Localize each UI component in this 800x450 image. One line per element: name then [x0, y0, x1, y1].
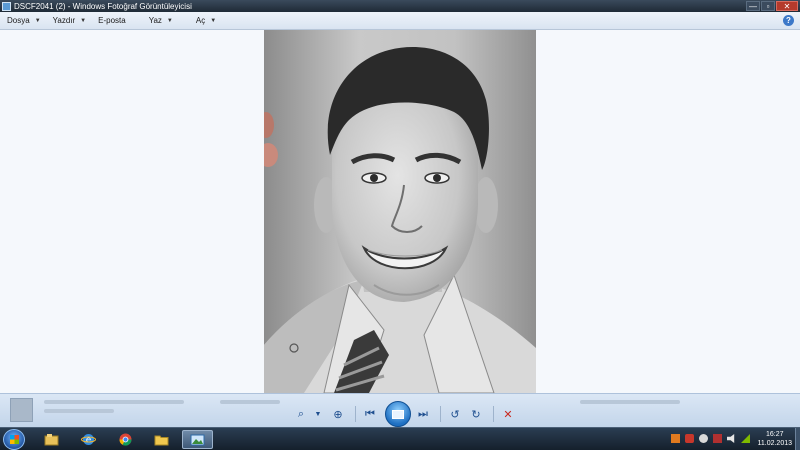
divider: [493, 406, 494, 422]
viewer-controls: ⌕ ▼ ⊕ ⏮ ⏭ ↺ ↻ ✕: [292, 401, 520, 427]
faded-info-line: [44, 400, 184, 404]
tray-antivirus-icon[interactable]: [685, 434, 694, 443]
menu-ac[interactable]: Aç ▼: [196, 14, 219, 28]
photo-viewer-app-icon: [2, 1, 11, 11]
close-button[interactable]: ✕: [776, 1, 798, 11]
explorer-library-icon: [44, 434, 59, 446]
faded-info-line: [44, 409, 114, 413]
zoom-icon[interactable]: ⌕: [292, 405, 310, 423]
menu-dosya-label: Dosya: [7, 16, 30, 25]
tray-flag-icon[interactable]: [713, 434, 722, 443]
taskbar-folder-button[interactable]: [146, 430, 177, 449]
window-title: DSCF2041 (2) - Windows Fotoğraf Görüntül…: [14, 1, 192, 11]
faded-info-line: [580, 400, 680, 404]
taskbar-clock[interactable]: 16:27 11.02.2013: [757, 430, 792, 448]
menu-bar: Dosya ▼ Yazdır ▼ E-posta Yaz ▼ Aç ▼ ?: [0, 12, 800, 30]
next-button[interactable]: ⏭: [414, 405, 432, 423]
maximize-button[interactable]: ▫: [761, 1, 775, 11]
displayed-photo: [264, 30, 536, 393]
menu-yazdir-label: Yazdır: [52, 16, 76, 25]
minimize-button[interactable]: —: [746, 1, 760, 11]
start-button[interactable]: [3, 429, 25, 450]
system-tray: [666, 434, 750, 443]
windows-taskbar: e 16:27 11.02.2013: [0, 427, 800, 450]
image-viewer-area: [0, 30, 800, 393]
previous-button[interactable]: ⏮: [361, 405, 379, 423]
menu-yaz-label: Yaz: [148, 16, 162, 25]
viewer-control-bar: ⌕ ▼ ⊕ ⏮ ⏭ ↺ ↻ ✕: [0, 393, 800, 427]
menu-ac-label: Aç: [195, 16, 206, 25]
divider: [355, 406, 356, 422]
slideshow-icon: [392, 409, 404, 419]
slideshow-button[interactable]: [385, 401, 411, 427]
faded-info-line: [220, 400, 280, 404]
rotate-left-icon[interactable]: ↺: [446, 405, 464, 423]
chevron-down-icon: ▼: [34, 17, 41, 24]
chevron-down-icon: ▼: [210, 17, 217, 24]
zoom-dropdown-arrow-icon[interactable]: ▼: [313, 405, 323, 423]
menu-yaz[interactable]: Yaz ▼: [149, 14, 176, 28]
menu-eposta-label: E-posta: [98, 16, 126, 25]
rotate-right-icon[interactable]: ↻: [467, 405, 485, 423]
clock-time: 16:27: [765, 431, 784, 438]
tray-app-icon[interactable]: [671, 434, 680, 443]
photo-viewer-icon: [190, 434, 205, 446]
chevron-down-icon: ▼: [80, 17, 87, 24]
taskbar-internet-explorer-button[interactable]: e: [73, 430, 104, 449]
chrome-icon: [119, 433, 132, 446]
show-desktop-button[interactable]: [795, 428, 800, 450]
menu-yazdir[interactable]: Yazdır ▼: [53, 14, 89, 28]
pencil-portrait-drawing: [264, 30, 536, 393]
volume-icon[interactable]: [727, 434, 735, 443]
menu-eposta[interactable]: E-posta: [98, 14, 129, 28]
divider: [440, 406, 441, 422]
taskbar-photo-viewer-button[interactable]: [182, 430, 213, 449]
folder-icon: [154, 435, 169, 446]
taskbar-chrome-button[interactable]: [110, 430, 141, 449]
actual-size-icon[interactable]: ⊕: [329, 405, 347, 423]
delete-icon[interactable]: ✕: [499, 405, 517, 423]
internet-explorer-icon: e: [81, 434, 96, 446]
title-bar: DSCF2041 (2) - Windows Fotoğraf Görüntül…: [0, 0, 800, 12]
menu-dosya[interactable]: Dosya ▼: [7, 14, 44, 28]
chevron-down-icon: ▼: [166, 17, 173, 24]
signal-strength-icon[interactable]: [741, 434, 750, 443]
tray-network-icon[interactable]: [699, 434, 708, 443]
windows-logo-icon: [10, 435, 19, 444]
thumbnail-preview: [10, 398, 33, 422]
taskbar-library-button[interactable]: [36, 430, 67, 449]
help-icon[interactable]: ?: [783, 15, 794, 26]
clock-date: 11.02.2013: [757, 440, 792, 447]
window-controls: — ▫ ✕: [745, 0, 798, 12]
